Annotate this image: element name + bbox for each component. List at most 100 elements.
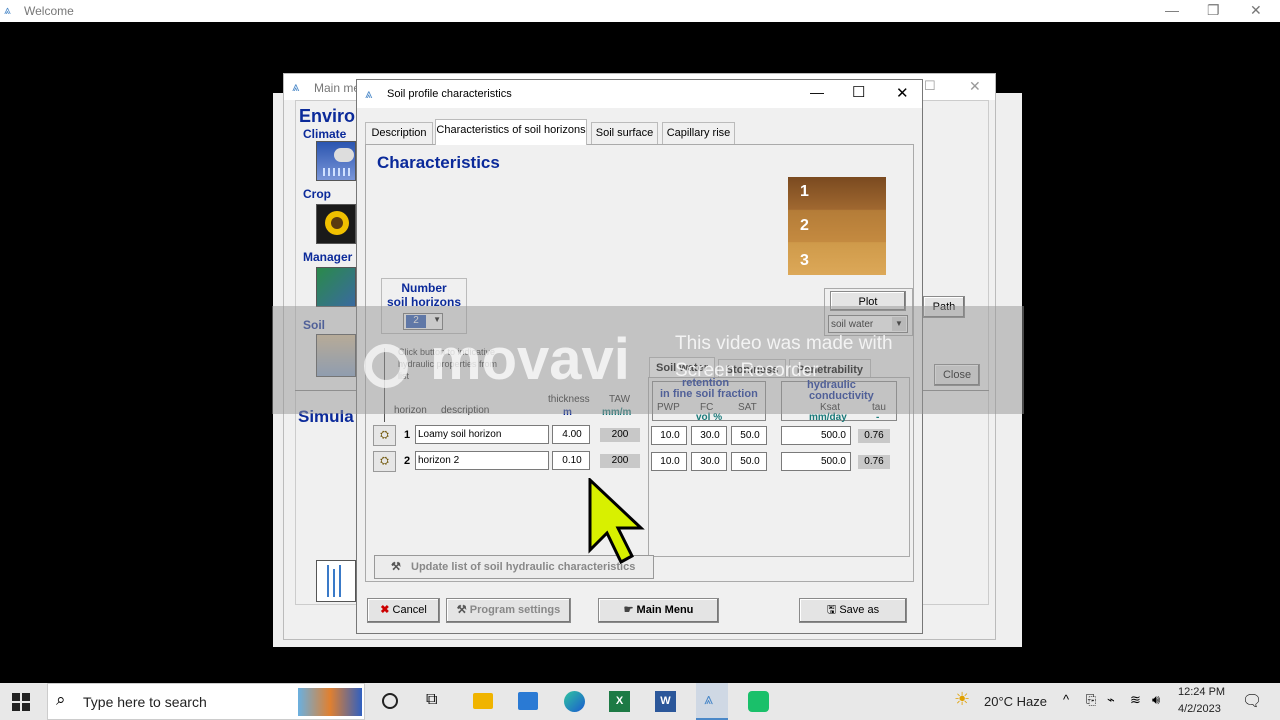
row-1-thickness[interactable]: 4.00 bbox=[552, 425, 590, 444]
main-menu-app-icon: ⩓ bbox=[292, 79, 300, 94]
environment-heading: Enviro bbox=[299, 106, 356, 126]
row-2-tau: 0.76 bbox=[858, 455, 890, 469]
row-2-taw: 200 bbox=[600, 454, 640, 468]
notification-icon[interactable]: 🗨︎ bbox=[1242, 691, 1262, 711]
dialog-maximize-button[interactable]: ☐ bbox=[852, 83, 865, 101]
main-menu-restore-button[interactable]: ☐ bbox=[924, 78, 936, 94]
dialog-title: Soil profile characteristics bbox=[387, 88, 512, 100]
store-icon[interactable] bbox=[518, 692, 538, 710]
tools-icon: ⚒ bbox=[391, 561, 401, 573]
crop-label: Crop bbox=[303, 187, 331, 201]
cancel-button[interactable]: ✖ Cancel bbox=[367, 598, 440, 623]
tab-characteristics[interactable]: Characteristics of soil horizons bbox=[435, 119, 587, 145]
cortana-icon[interactable] bbox=[382, 693, 398, 709]
main-menu-label: Main Menu bbox=[636, 604, 694, 616]
climate-icon[interactable] bbox=[316, 141, 356, 181]
row-2-pwp[interactable]: 10.0 bbox=[651, 452, 687, 471]
main-menu-button[interactable]: ☛ Main Menu bbox=[598, 598, 719, 623]
taskbar-search-box[interactable]: ⌕ Type here to search bbox=[47, 683, 365, 720]
main-menu-close-button[interactable]: ✕ bbox=[969, 78, 981, 95]
close-button[interactable]: ✕ bbox=[1250, 2, 1262, 19]
save-as-button[interactable]: 🖫 Save as bbox=[799, 598, 907, 623]
weather-text[interactable]: 20°C Haze bbox=[984, 694, 1047, 709]
climate-label: Climate bbox=[303, 127, 347, 141]
aquacrop-taskbar-icon[interactable]: ⩓ bbox=[696, 683, 728, 720]
program-settings-button[interactable]: ⚒ Program settings bbox=[446, 598, 571, 623]
number-horizons-label-1: Number bbox=[401, 281, 447, 295]
meet-now-icon[interactable]: ⎘ bbox=[1086, 692, 1096, 708]
network-icon[interactable]: ⌁ bbox=[1107, 692, 1115, 708]
chevron-up-icon[interactable]: ^ bbox=[1063, 692, 1069, 707]
tab-capillary-rise[interactable]: Capillary rise bbox=[662, 122, 735, 144]
row-2-num: 2 bbox=[404, 455, 411, 467]
word-icon[interactable]: W bbox=[655, 691, 676, 712]
select-soil-button-1[interactable]: ⛭ bbox=[373, 425, 396, 446]
minimize-button[interactable]: — bbox=[1165, 2, 1179, 18]
watermark-line-2: Screen Recorder bbox=[675, 360, 819, 381]
row-2-sat[interactable]: 50.0 bbox=[731, 452, 767, 471]
soil-list-icon: ⛭ bbox=[380, 429, 389, 441]
program-settings-label: Program settings bbox=[469, 604, 561, 616]
layer-label-1: 1 bbox=[800, 183, 809, 200]
cursor-arrow-icon bbox=[588, 478, 645, 565]
management-label: Manager bbox=[303, 250, 353, 264]
tab-soil-surface[interactable]: Soil surface bbox=[591, 122, 658, 144]
aquacrop-logo-icon[interactable] bbox=[316, 560, 356, 602]
row-1-sat[interactable]: 50.0 bbox=[731, 426, 767, 445]
select-soil-button-2[interactable]: ⛭ bbox=[373, 451, 396, 472]
characteristics-heading: Characteristics bbox=[377, 153, 500, 172]
app-title: Welcome bbox=[24, 4, 74, 18]
save-as-label: Save as bbox=[839, 604, 880, 616]
clock-time[interactable]: 12:24 PM bbox=[1178, 686, 1225, 698]
wifi-icon[interactable]: ≋ bbox=[1130, 692, 1141, 708]
restore-button[interactable]: ❐ bbox=[1207, 2, 1220, 19]
management-icon[interactable] bbox=[316, 267, 356, 307]
layer-label-3: 3 bbox=[800, 252, 809, 269]
edge-icon[interactable] bbox=[564, 691, 585, 712]
cancel-x-icon: ✖ bbox=[380, 604, 390, 616]
row-1-ksat[interactable]: 500.0 bbox=[781, 426, 851, 445]
dialog-close-button[interactable]: ✕ bbox=[896, 84, 909, 102]
row-1-description[interactable]: Loamy soil horizon bbox=[415, 425, 549, 444]
row-1-fc[interactable]: 30.0 bbox=[691, 426, 727, 445]
watermark-brand: movavi bbox=[430, 327, 630, 392]
row-2-thickness[interactable]: 0.10 bbox=[552, 451, 590, 470]
main-menu-title: Main me bbox=[314, 81, 361, 95]
app-titlebar: ⩓ Welcome — ❐ ✕ bbox=[0, 0, 1280, 22]
row-2-fc[interactable]: 30.0 bbox=[691, 452, 727, 471]
soil-profile-image: 1 2 3 bbox=[788, 177, 886, 275]
search-icon: ⌕ bbox=[56, 690, 66, 709]
crop-sunflower-icon[interactable] bbox=[316, 204, 356, 244]
dialog-minimize-button[interactable]: — bbox=[810, 84, 824, 100]
row-1-tau: 0.76 bbox=[858, 429, 890, 443]
dialog-titlebar: ⩓ Soil profile characteristics — ☐ ✕ bbox=[357, 80, 922, 108]
file-explorer-icon[interactable] bbox=[473, 693, 493, 709]
soil-list-icon: ⛭ bbox=[380, 455, 389, 467]
settings-tools-icon: ⚒ bbox=[456, 604, 467, 616]
layer-label-2: 2 bbox=[800, 217, 809, 234]
hand-pointer-icon: ☛ bbox=[623, 604, 634, 616]
excel-icon[interactable]: X bbox=[609, 691, 630, 712]
taskbar: ⌕ Type here to search ⧉ X W ⩓ ☀ 20°C Haz… bbox=[0, 683, 1280, 720]
row-1-taw: 200 bbox=[600, 428, 640, 442]
task-view-icon[interactable]: ⧉ bbox=[426, 691, 437, 709]
search-placeholder: Type here to search bbox=[83, 694, 207, 710]
row-1-num: 1 bbox=[404, 429, 411, 441]
floppy-disk-icon: 🖫 bbox=[826, 604, 837, 616]
volume-icon[interactable]: 🔊︎ bbox=[1152, 692, 1160, 708]
watermark-line-1: This video was made with bbox=[675, 333, 893, 354]
search-highlight-icon bbox=[298, 688, 362, 716]
app-icon: ⩓ bbox=[4, 3, 11, 17]
row-2-description[interactable]: horizon 2 bbox=[415, 451, 549, 470]
watermark-overlay: movavi This video was made with Screen R… bbox=[272, 306, 1024, 414]
row-2-ksat[interactable]: 500.0 bbox=[781, 452, 851, 471]
movavi-logo-icon bbox=[364, 344, 408, 388]
windows-start-icon[interactable] bbox=[12, 693, 30, 711]
clock-date[interactable]: 4/2/2023 bbox=[1178, 703, 1221, 715]
tab-description[interactable]: Description bbox=[365, 122, 433, 144]
cancel-button-label: Cancel bbox=[392, 604, 427, 616]
movavi-taskbar-icon[interactable] bbox=[748, 691, 769, 712]
row-1-pwp[interactable]: 10.0 bbox=[651, 426, 687, 445]
dialog-app-icon: ⩓ bbox=[365, 86, 373, 101]
weather-sun-icon: ☀ bbox=[954, 689, 971, 709]
